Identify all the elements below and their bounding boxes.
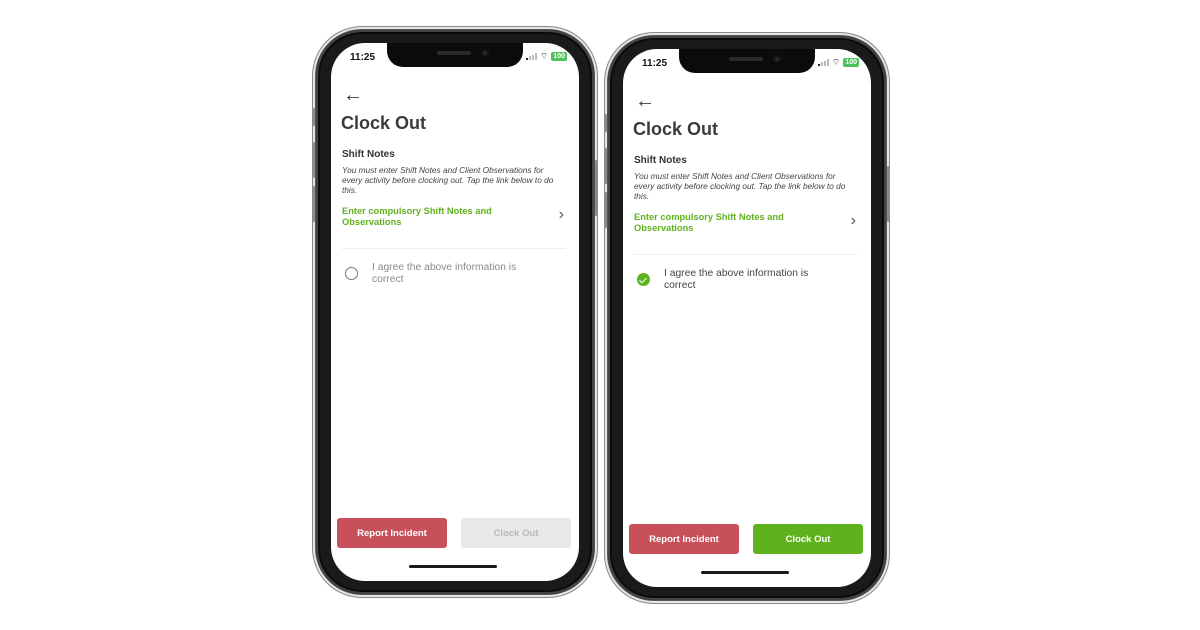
notch (679, 49, 815, 73)
agree-checkbox[interactable] (345, 267, 358, 280)
status-time: 11:25 (642, 58, 668, 69)
divider (634, 254, 858, 255)
status-time: 11:25 (350, 52, 376, 63)
volume-up-button (312, 142, 315, 178)
clock-out-button[interactable]: Clock Out (461, 518, 571, 548)
home-indicator[interactable] (701, 571, 789, 574)
report-incident-button[interactable]: Report Incident (337, 518, 447, 548)
power-button (595, 160, 598, 216)
cellular-signal-icon (525, 53, 537, 60)
speaker-grille (729, 57, 763, 61)
chevron-right-icon: › (558, 206, 564, 223)
mute-switch (604, 114, 607, 132)
front-camera (773, 55, 781, 63)
shift-notes-link[interactable]: Enter compulsory Shift Notes and Observa… (342, 206, 568, 236)
notch (387, 43, 523, 67)
phone-screen: 11:25 ⌔ 100 ← Clock Out Shift Notes You … (331, 43, 579, 581)
wifi-icon: ⌔ (831, 57, 841, 67)
arrow-left-icon[interactable]: ← (635, 91, 655, 111)
phone-checked-state: 11:25 ⌔ 100 ← Clock Out Shift Notes You … (604, 36, 890, 600)
battery-icon: 100 (843, 58, 859, 67)
cellular-signal-icon (817, 59, 829, 66)
section-description: You must enter Shift Notes and Client Ob… (342, 165, 554, 195)
page-title: Clock Out (341, 113, 427, 133)
section-title: Shift Notes (634, 155, 687, 166)
speaker-grille (437, 51, 471, 55)
status-icons: ⌔ 100 (525, 51, 567, 61)
shift-notes-link-label: Enter compulsory Shift Notes and Observa… (342, 206, 492, 227)
home-indicator[interactable] (409, 565, 497, 568)
phone-screen: 11:25 ⌔ 100 ← Clock Out Shift Notes You … (623, 49, 871, 587)
arrow-left-icon[interactable]: ← (343, 85, 363, 105)
agree-label: I agree the above information is correct (664, 268, 809, 291)
divider (342, 248, 566, 249)
power-button (887, 166, 890, 222)
volume-down-button (312, 186, 315, 222)
agree-checkbox-checked[interactable] (637, 273, 650, 286)
phone-unchecked-state: 11:25 ⌔ 100 ← Clock Out Shift Notes You … (312, 30, 598, 594)
chevron-right-icon: › (850, 212, 856, 229)
shift-notes-link-label: Enter compulsory Shift Notes and Observa… (634, 212, 784, 233)
volume-down-button (604, 192, 607, 228)
clock-out-button[interactable]: Clock Out (753, 524, 863, 554)
section-title: Shift Notes (342, 149, 395, 160)
agree-checkbox-row[interactable]: I agree the above information is correct (634, 268, 858, 298)
page-title: Clock Out (633, 119, 719, 139)
agree-checkbox-row[interactable]: I agree the above information is correct (342, 262, 566, 292)
mute-switch (312, 108, 315, 126)
agree-label: I agree the above information is correct (372, 262, 517, 285)
battery-icon: 100 (551, 52, 567, 61)
front-camera (481, 49, 489, 57)
section-description: You must enter Shift Notes and Client Ob… (634, 171, 846, 201)
shift-notes-link[interactable]: Enter compulsory Shift Notes and Observa… (634, 212, 860, 242)
report-incident-button[interactable]: Report Incident (629, 524, 739, 554)
volume-up-button (604, 148, 607, 184)
status-icons: ⌔ 100 (817, 57, 859, 67)
wifi-icon: ⌔ (539, 51, 549, 61)
